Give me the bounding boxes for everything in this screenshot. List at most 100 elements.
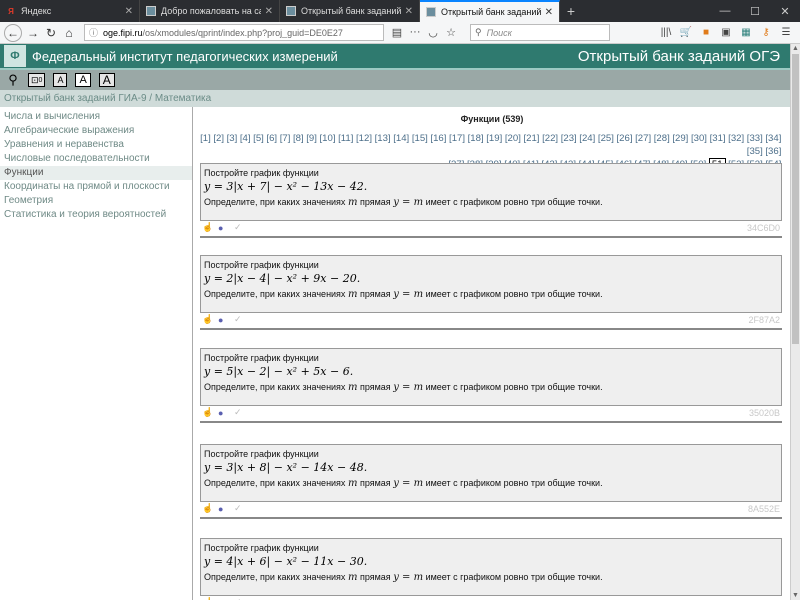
address-bar[interactable]: ⓘ oge.fipi.ru/os/xmodules/qprint/index.p… xyxy=(84,24,384,41)
page-link[interactable]: [13] xyxy=(375,133,391,144)
page-link[interactable]: [21] xyxy=(523,133,539,144)
task-code: 35020B xyxy=(748,407,780,418)
page-link[interactable]: [33] xyxy=(747,133,763,144)
extension-icon[interactable]: ▣ xyxy=(716,27,736,38)
page-link[interactable]: [3] xyxy=(227,133,238,144)
page-link[interactable]: [14] xyxy=(393,133,409,144)
page-link[interactable]: [34] xyxy=(765,133,781,144)
page-link[interactable]: [2] xyxy=(213,133,224,144)
basket-button[interactable]: ⊡ 0 xyxy=(28,73,46,87)
page-link[interactable]: [27] xyxy=(635,133,651,144)
sidebar-item-numbers[interactable]: Числа и вычисления xyxy=(0,110,192,124)
info-dot-icon[interactable]: ● xyxy=(218,504,232,514)
hand-pointer-icon[interactable]: ☝ xyxy=(202,222,216,233)
info-dot-icon[interactable]: ● xyxy=(218,223,232,233)
font-small-button[interactable]: A xyxy=(53,73,68,87)
info-dot-icon[interactable]: ● xyxy=(218,315,232,325)
new-tab-icon[interactable]: + xyxy=(560,0,582,22)
page-link[interactable]: [16] xyxy=(430,133,446,144)
scroll-down-icon[interactable]: ▼ xyxy=(791,591,800,600)
page-link[interactable]: [4] xyxy=(240,133,251,144)
page-link[interactable]: [1] xyxy=(200,133,211,144)
page-link[interactable]: [20] xyxy=(505,133,521,144)
hand-pointer-icon[interactable]: ☝ xyxy=(202,314,216,325)
font-large-button[interactable]: A xyxy=(98,73,115,87)
page-link[interactable]: [8] xyxy=(293,133,304,144)
sidebar-item-algebra[interactable]: Алгебраические выражения xyxy=(0,124,192,138)
home-icon[interactable]: ⌂ xyxy=(60,24,78,42)
checkmark-icon[interactable]: ✓ xyxy=(234,407,248,418)
breadcrumb[interactable]: Открытый банк заданий ГИА-9 / Математика xyxy=(0,90,790,107)
browser-tab-2[interactable]: Добро пожаловать на сайт Ф ✕ xyxy=(140,0,280,22)
page-link[interactable]: [5] xyxy=(253,133,264,144)
scroll-thumb[interactable] xyxy=(792,54,799,344)
search-input[interactable]: ⚲ Поиск xyxy=(470,24,610,41)
close-icon[interactable]: ✕ xyxy=(545,7,553,18)
browser-tab-1[interactable]: Я Яндекс ✕ xyxy=(0,0,140,22)
fipi-logo-icon[interactable]: Ф xyxy=(4,45,26,67)
close-icon[interactable]: ✕ xyxy=(405,6,413,17)
info-dot-icon[interactable]: ● xyxy=(218,408,232,418)
checkmark-icon[interactable]: ✓ xyxy=(234,222,248,233)
extension-square-icon[interactable]: ■ xyxy=(696,27,716,38)
hand-pointer-icon[interactable]: ☝ xyxy=(202,407,216,418)
page-link[interactable]: [25] xyxy=(598,133,614,144)
page-link[interactable]: [6] xyxy=(266,133,277,144)
extension-box-icon[interactable]: ▦ xyxy=(736,27,756,38)
page-link[interactable]: [22] xyxy=(542,133,558,144)
page-link[interactable]: [31] xyxy=(710,133,726,144)
info-icon[interactable]: ⓘ xyxy=(89,26,99,39)
key-icon[interactable]: ⚷ xyxy=(756,27,776,38)
close-window-icon[interactable]: ✕ xyxy=(770,0,800,22)
sidebar-item-statistics[interactable]: Статистика и теория вероятностей xyxy=(0,208,192,222)
page-link[interactable]: [15] xyxy=(412,133,428,144)
browser-tab-3[interactable]: Открытый банк заданий ОГЭ ✕ xyxy=(280,0,420,22)
page-link[interactable]: [10] xyxy=(319,133,335,144)
page-link[interactable]: [7] xyxy=(280,133,291,144)
page-link[interactable]: [28] xyxy=(654,133,670,144)
page-link[interactable]: [29] xyxy=(672,133,688,144)
checkmark-icon[interactable]: ✓ xyxy=(234,314,248,325)
sidebar-item-equations[interactable]: Уравнения и неравенства xyxy=(0,138,192,152)
menu-icon[interactable]: ☰ xyxy=(776,27,796,38)
page-link[interactable]: [24] xyxy=(579,133,595,144)
page-link[interactable]: [36] xyxy=(765,146,781,157)
page-link[interactable]: [19] xyxy=(486,133,502,144)
minimize-icon[interactable]: — xyxy=(710,0,740,22)
page-link[interactable]: [35] xyxy=(747,146,763,157)
library-icon[interactable]: |||\ xyxy=(656,27,676,38)
page-scrollbar[interactable]: ▲ ▼ xyxy=(790,44,800,600)
back-arrow-icon[interactable]: ← xyxy=(4,23,22,42)
reload-icon[interactable]: ↻ xyxy=(42,24,60,42)
sidebar-item-functions[interactable]: Функции xyxy=(0,166,192,180)
page-link[interactable]: [17] xyxy=(449,133,465,144)
sidebar-item-coordinates[interactable]: Координаты на прямой и плоскости xyxy=(0,180,192,194)
close-icon[interactable]: ✕ xyxy=(125,6,133,17)
pocket-icon[interactable]: ◡ xyxy=(424,26,442,39)
page-link[interactable]: [23] xyxy=(561,133,577,144)
magnifier-icon[interactable]: ⚲ xyxy=(6,72,20,87)
page-link[interactable]: [32] xyxy=(728,133,744,144)
reader-view-icon[interactable]: ▤ xyxy=(388,26,406,39)
font-medium-button[interactable]: A xyxy=(75,73,91,87)
forward-arrow-icon[interactable]: → xyxy=(24,24,42,42)
browser-tab-4[interactable]: Открытый банк заданий ОГЭ ✕ xyxy=(420,0,560,22)
hand-pointer-icon[interactable]: ☝ xyxy=(202,503,216,514)
page-link[interactable]: [26] xyxy=(617,133,633,144)
maximize-icon[interactable]: ☐ xyxy=(740,0,770,22)
page-link[interactable]: [9] xyxy=(306,133,317,144)
checkmark-icon[interactable]: ✓ xyxy=(234,503,248,514)
bookmark-star-icon[interactable]: ☆ xyxy=(442,26,460,39)
page-link[interactable]: [30] xyxy=(691,133,707,144)
page-link[interactable]: [11] xyxy=(338,133,353,144)
page-link[interactable]: [18] xyxy=(468,133,484,144)
task-question: Определите, при каких значениях m прямая… xyxy=(204,478,778,490)
url-text[interactable]: oge.fipi.ru/os/xmodules/qprint/index.php… xyxy=(103,28,379,38)
sidebar-item-sequences[interactable]: Числовые последовательности xyxy=(0,152,192,166)
cart-icon[interactable]: 🛒 xyxy=(676,27,696,38)
scroll-up-icon[interactable]: ▲ xyxy=(791,44,800,53)
close-icon[interactable]: ✕ xyxy=(265,6,273,17)
page-link[interactable]: [12] xyxy=(356,133,372,144)
more-icon[interactable]: ··· xyxy=(406,26,424,39)
sidebar-item-geometry[interactable]: Геометрия xyxy=(0,194,192,208)
